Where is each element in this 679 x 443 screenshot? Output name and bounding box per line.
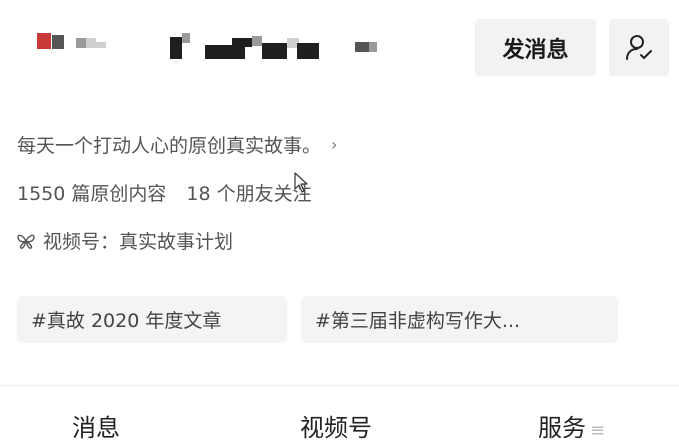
profile-bio[interactable]: 每天一个打动人心的原创真实故事。 › bbox=[17, 131, 337, 158]
profile-header: 发消息 bbox=[0, 0, 679, 96]
tab-messages[interactable]: 消息 bbox=[72, 408, 120, 443]
profile-page: 发消息 每天一个打动人心的原创真实故事。 › 1550 篇原创内容 18 个朋友关… bbox=[0, 0, 679, 442]
butterfly-icon bbox=[17, 234, 35, 249]
tag-label: #真故 2020 年度文章 bbox=[31, 310, 222, 332]
tab-video-channel[interactable]: 视频号 bbox=[300, 408, 372, 443]
follow-button[interactable] bbox=[609, 19, 669, 76]
tab-services[interactable]: 服务 ≡ bbox=[538, 408, 605, 443]
profile-stats: 1550 篇原创内容 18 个朋友关注 bbox=[17, 179, 312, 206]
chevron-right-icon: › bbox=[331, 135, 338, 154]
video-channel-link[interactable]: 视频号：真实故事计划 bbox=[17, 227, 233, 254]
friends-follow-count[interactable]: 18 个朋友关注 bbox=[186, 183, 311, 205]
tab-label: 消息 bbox=[72, 414, 120, 442]
tab-label: 服务 bbox=[538, 414, 586, 442]
bio-text: 每天一个打动人心的原创真实故事。 bbox=[17, 135, 322, 157]
original-count[interactable]: 1550 篇原创内容 bbox=[17, 183, 166, 205]
tag-annual-articles[interactable]: #真故 2020 年度文章 bbox=[17, 296, 287, 343]
channel-text: 视频号：真实故事计划 bbox=[43, 231, 234, 253]
send-message-button[interactable]: 发消息 bbox=[475, 19, 596, 76]
tag-label: #第三届非虚构写作大... bbox=[315, 310, 521, 332]
menu-icon: ≡ bbox=[590, 420, 606, 441]
divider bbox=[0, 385, 679, 386]
tag-nonfiction-contest[interactable]: #第三届非虚构写作大... bbox=[301, 296, 618, 343]
tab-label: 视频号 bbox=[300, 414, 372, 442]
user-follow-icon bbox=[626, 34, 652, 60]
mouse-cursor-icon bbox=[294, 172, 308, 193]
